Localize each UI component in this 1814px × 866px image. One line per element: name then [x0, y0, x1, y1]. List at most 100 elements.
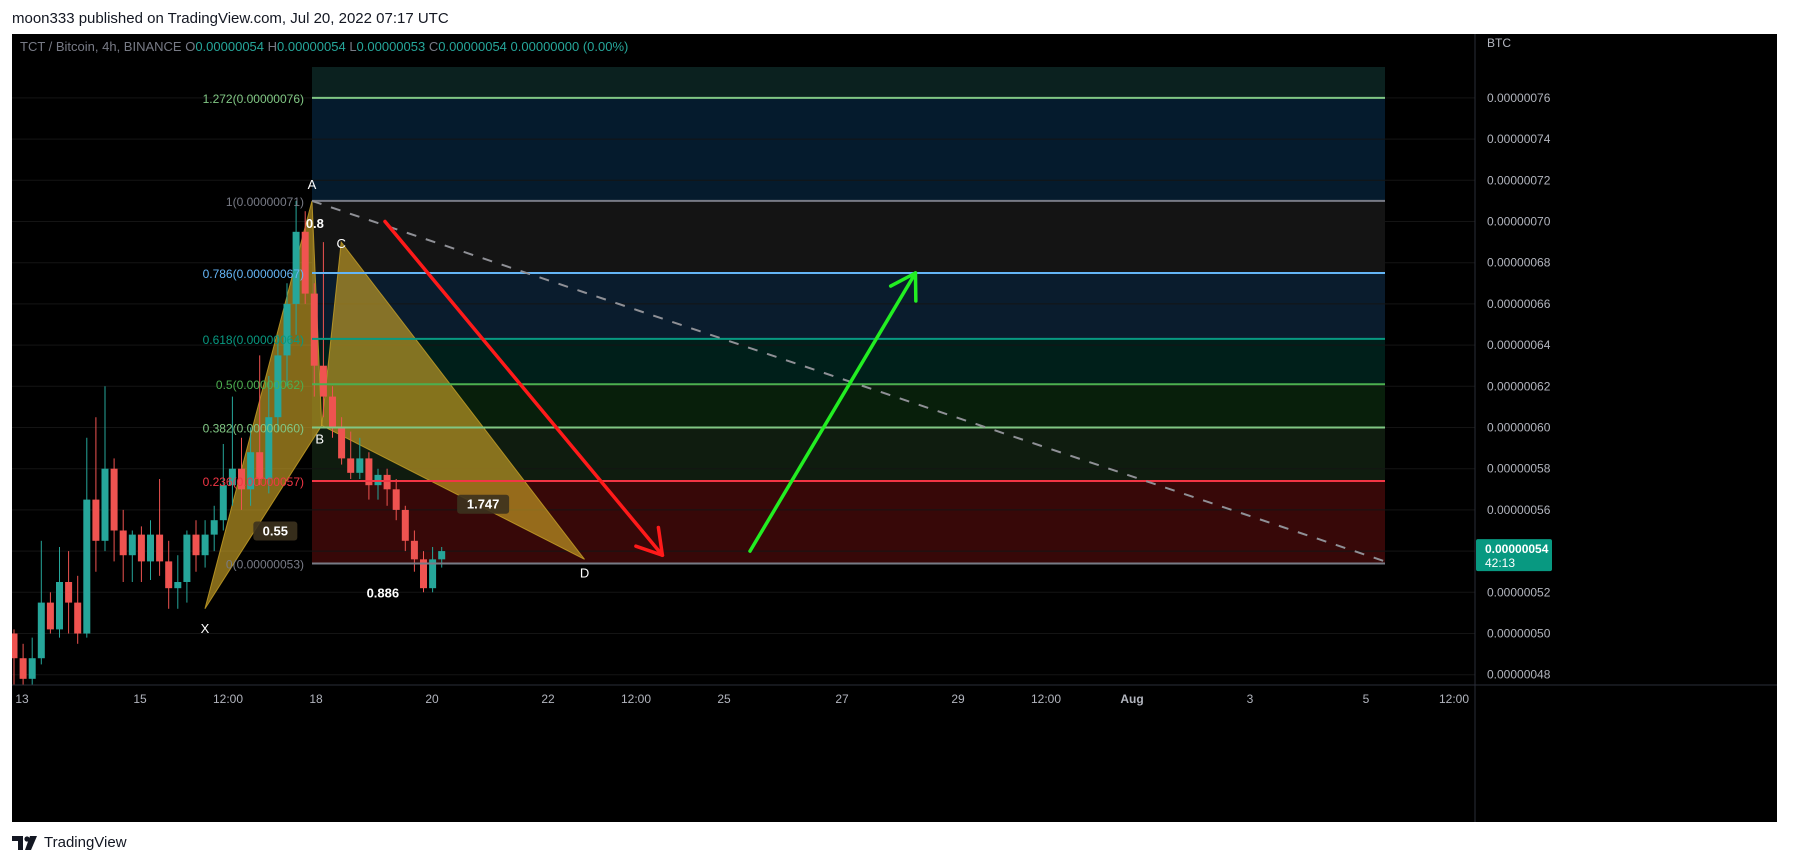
- legend-high-value: 0.00000054: [277, 39, 349, 54]
- y-tick-label: 0.00000070: [1487, 215, 1551, 229]
- fib-label: 1.272(0.00000076): [203, 92, 304, 106]
- x-tick-label: 13: [15, 692, 29, 706]
- candle-body: [74, 602, 82, 634]
- legend-low-value: 0.00000053: [357, 39, 429, 54]
- candle-body: [338, 427, 346, 459]
- x-tick-label: 5: [1363, 692, 1370, 706]
- publish-info: moon333 published on TradingView.com, Ju…: [12, 10, 449, 27]
- legend-open-label: O: [185, 39, 195, 54]
- candle-body: [410, 540, 418, 560]
- x-tick-label: 27: [835, 692, 849, 706]
- fib-label: 0.236(0.00000057): [203, 475, 304, 489]
- candle-body: [165, 561, 173, 589]
- candle-body: [329, 396, 336, 428]
- fib-zone: [312, 200, 1385, 273]
- currency-label: BTC: [1487, 36, 1511, 50]
- legend-close-value: 0.00000054: [438, 39, 510, 54]
- legend: TCT / Bitcoin, 4h, BINANCE O 0.00000054 H…: [20, 39, 628, 54]
- candle-body: [137, 534, 145, 562]
- pattern-point-label: B: [315, 431, 324, 446]
- candle-body: [192, 534, 200, 556]
- fib-label: 0(0.00000053): [226, 557, 304, 571]
- legend-low-label: L: [349, 39, 356, 54]
- x-tick-label: 15: [133, 692, 147, 706]
- candle-body: [174, 582, 182, 589]
- candle-body: [438, 551, 446, 560]
- fib-zone: [312, 67, 1385, 98]
- candle-body: [201, 534, 209, 556]
- x-tick-label: 18: [309, 692, 323, 706]
- ratio-label: 0.8: [306, 216, 324, 231]
- pattern-point-label: A: [308, 177, 317, 192]
- chart-area[interactable]: 1.272(0.00000076) 1(0.00000071) 0.786(0.00…: [12, 34, 1777, 822]
- candle-body: [101, 468, 109, 541]
- candle-body: [156, 534, 164, 562]
- legend-change: 0.00000000 (0.00%): [511, 39, 629, 54]
- y-tick-label: 0.00000074: [1487, 132, 1551, 146]
- y-tick-label: 0.00000058: [1487, 462, 1551, 476]
- fib-label: 1(0.00000071): [226, 195, 304, 209]
- candle-body: [219, 485, 227, 521]
- candle-body: [28, 658, 36, 679]
- candle-body: [37, 602, 45, 659]
- candle-body: [19, 658, 27, 679]
- x-tick-label: 12:00: [213, 692, 243, 706]
- x-tick-label: 12:00: [1439, 692, 1469, 706]
- candle-body: [65, 582, 73, 603]
- last-price-countdown: 42:13: [1485, 556, 1515, 570]
- fib-zone: [312, 97, 1385, 201]
- fib-zone: [312, 338, 1385, 385]
- tradingview-logo-icon: [12, 835, 37, 850]
- candle-body: [374, 474, 382, 486]
- candle-body: [347, 458, 355, 473]
- candle-body: [83, 499, 91, 634]
- candle-body: [119, 530, 127, 556]
- candle-body: [392, 489, 400, 510]
- y-tick-label: 0.00000062: [1487, 379, 1551, 393]
- y-tick-label: 0.00000076: [1487, 91, 1551, 105]
- fib-label: 0.618(0.00000064): [203, 333, 304, 347]
- fib-label: 0.5(0.00000062): [216, 378, 304, 392]
- candle-body: [147, 534, 154, 562]
- last-price-value: 0.00000054: [1485, 542, 1549, 556]
- pattern-point-label: X: [201, 621, 210, 636]
- legend-close-label: C: [429, 39, 438, 54]
- y-tick-label: 0.00000064: [1487, 338, 1551, 352]
- fib-label: 0.382(0.00000060): [203, 422, 304, 436]
- candle-body: [128, 534, 136, 556]
- y-tick-label: 0.00000068: [1487, 256, 1551, 270]
- candle-body: [319, 365, 327, 397]
- candle-body: [46, 602, 54, 630]
- legend-symbol: TCT / Bitcoin, 4h, BINANCE: [20, 39, 185, 54]
- candle-body: [383, 474, 391, 490]
- legend-high-label: H: [268, 39, 277, 54]
- candle-body: [56, 582, 63, 630]
- x-tick-label: 12:00: [1031, 692, 1061, 706]
- candle-body: [210, 520, 218, 535]
- y-tick-label: 0.00000048: [1487, 668, 1551, 682]
- x-tick-label: 20: [425, 692, 439, 706]
- x-tick-label: 22: [541, 692, 555, 706]
- candle-body: [183, 534, 191, 582]
- y-tick-label: 0.00000052: [1487, 585, 1551, 599]
- footer: TradingView: [12, 834, 127, 851]
- y-tick-label: 0.00000056: [1487, 503, 1551, 517]
- ohlc-legend: TCT / Bitcoin, 4h, BINANCE O 0.00000054 H…: [20, 39, 628, 54]
- candle-body: [401, 509, 409, 541]
- footer-brand: TradingView: [44, 834, 127, 851]
- y-tick-label: 0.00000050: [1487, 627, 1551, 641]
- y-tick-label: 0.00000072: [1487, 173, 1551, 187]
- candle-body: [110, 468, 118, 531]
- y-tick-label: 0.00000060: [1487, 421, 1551, 435]
- candle-body: [92, 499, 100, 541]
- x-tick-label: Aug: [1120, 692, 1143, 706]
- candle-body: [301, 231, 309, 294]
- ratio-label: 1.747: [467, 497, 500, 512]
- ratio-label: 0.886: [367, 585, 400, 600]
- price-chart[interactable]: 1.272(0.00000076) 1(0.00000071) 0.786(0.00…: [12, 34, 1777, 822]
- ratio-label: 0.55: [263, 524, 288, 539]
- candle-body: [283, 303, 291, 356]
- x-tick-label: 3: [1247, 692, 1254, 706]
- x-tick-label: 25: [717, 692, 731, 706]
- fib-label: 0.786(0.00000067): [203, 267, 304, 281]
